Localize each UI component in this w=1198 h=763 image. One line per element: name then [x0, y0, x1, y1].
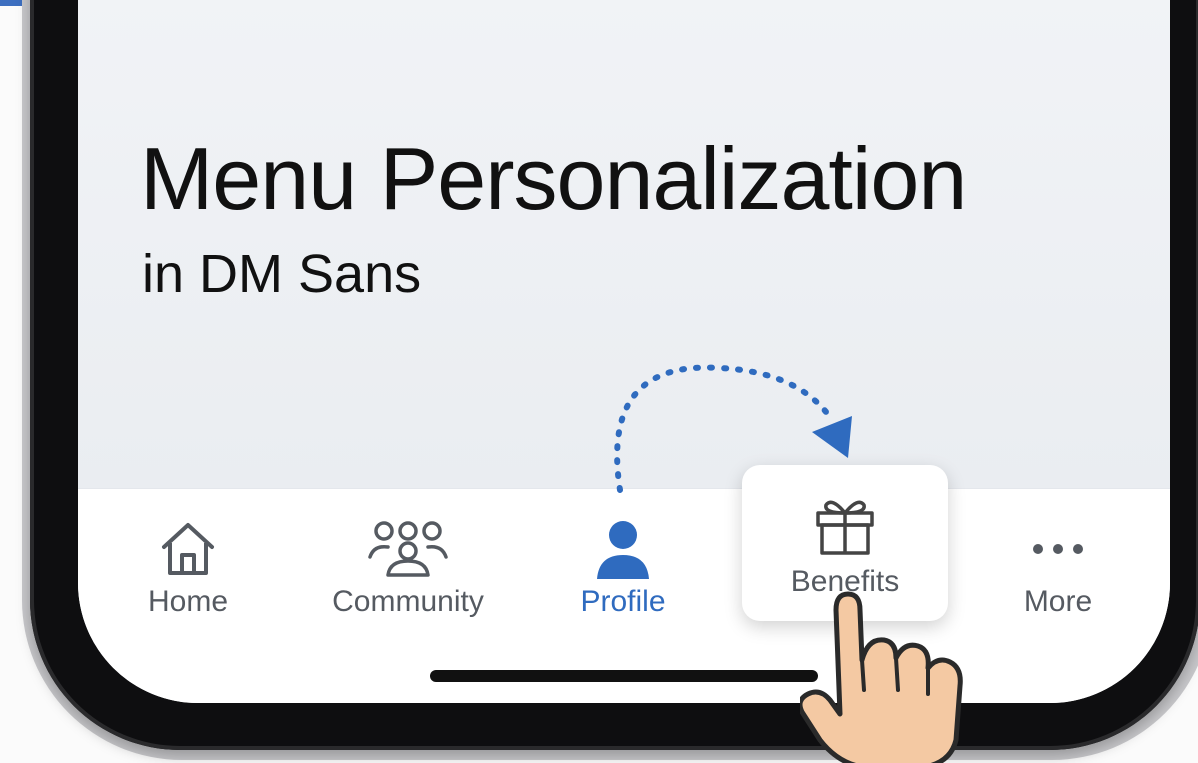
pointing-hand-icon	[800, 591, 963, 763]
stage: Menu Personalization in DM Sans Home Com…	[0, 0, 1198, 763]
reorder-arrow-icon	[614, 364, 852, 493]
